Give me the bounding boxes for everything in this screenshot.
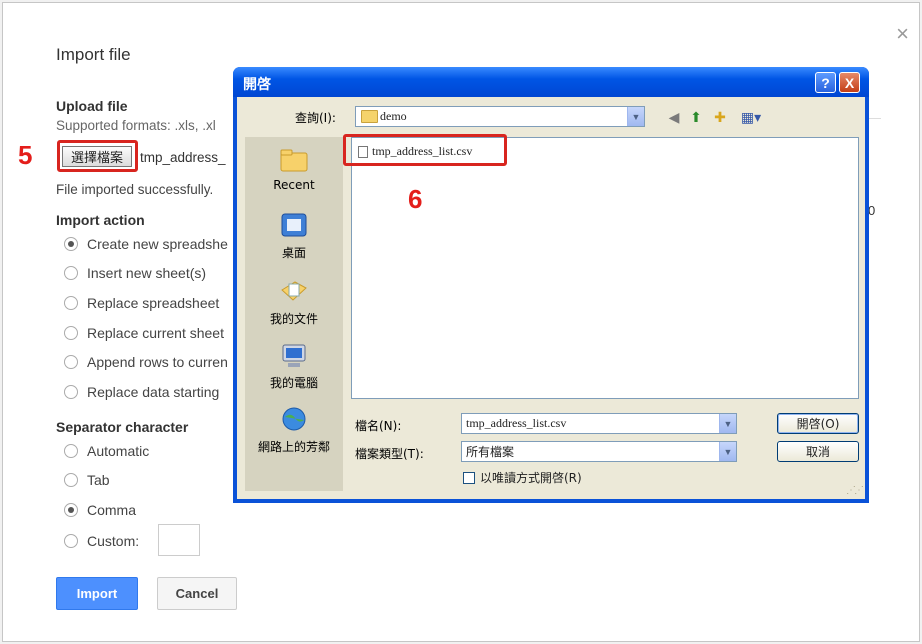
look-in-combo[interactable]: demo ▼ <box>355 106 645 127</box>
custom-separator-input[interactable] <box>158 524 200 556</box>
window-body: 查詢(I): demo ▼ ◀ ⬆ ✚ ▦▾ Recent 桌面 我的文件 我的… <box>237 97 865 499</box>
radio-icon[interactable] <box>64 296 78 310</box>
import-action-option[interactable]: Replace current sheet <box>64 325 224 341</box>
radio-selected-icon[interactable] <box>64 503 78 517</box>
import-action-heading: Import action <box>56 212 145 228</box>
cancel-button[interactable]: Cancel <box>157 577 237 610</box>
upload-heading: Upload file <box>56 98 128 114</box>
separator-heading: Separator character <box>56 419 189 435</box>
place-my-documents[interactable]: 我的文件 <box>245 277 343 327</box>
import-action-option[interactable]: Append rows to curren <box>64 354 228 370</box>
places-bar: Recent 桌面 我的文件 我的電腦 網路上的芳鄰 <box>245 137 343 491</box>
place-desktop[interactable]: 桌面 <box>245 211 343 261</box>
recent-folder-icon <box>278 145 310 175</box>
radio-icon[interactable] <box>64 326 78 340</box>
view-menu-icon[interactable]: ▦▾ <box>737 109 765 126</box>
step-5-marker: 5 <box>18 140 33 170</box>
separator-label: Automatic <box>87 443 150 459</box>
import-action-label: Replace spreadsheet <box>87 295 220 311</box>
separator-label: Custom: <box>87 533 140 549</box>
import-action-label: Replace data starting <box>87 384 220 400</box>
place-label: 我的電腦 <box>269 376 318 390</box>
place-network[interactable]: 網路上的芳鄰 <box>245 405 343 455</box>
read-only-label: 以唯讀方式開啓(R) <box>480 471 582 485</box>
back-icon[interactable]: ◀ <box>665 109 683 126</box>
import-status: File imported successfully. <box>56 182 214 197</box>
radio-icon[interactable] <box>64 266 78 280</box>
up-folder-icon[interactable]: ⬆ <box>687 109 705 126</box>
dialog-title: Import file <box>56 45 131 64</box>
radio-icon[interactable] <box>64 444 78 458</box>
window-title-bar[interactable]: 開啓 ? X <box>233 67 869 97</box>
read-only-checkbox[interactable] <box>463 471 475 484</box>
import-action-option[interactable]: Replace data starting <box>64 384 219 400</box>
chevron-down-icon[interactable]: ▼ <box>719 414 736 433</box>
supported-formats: Supported formats: .xls, .xl <box>56 118 216 133</box>
look-in-label: 查詢(I): <box>295 111 336 125</box>
separator-option[interactable]: Tab <box>64 472 110 488</box>
radio-icon[interactable] <box>64 385 78 399</box>
import-action-label: Replace current sheet <box>87 325 224 341</box>
new-folder-icon[interactable]: ✚ <box>711 109 729 126</box>
chosen-file-name: tmp_address_ <box>140 150 226 165</box>
open-button[interactable]: 開啓(O) <box>777 413 859 434</box>
place-label: Recent <box>273 178 315 192</box>
read-only-option[interactable]: 以唯讀方式開啓(R) <box>463 469 582 486</box>
help-icon[interactable]: ? <box>815 72 836 93</box>
radio-icon[interactable] <box>64 355 78 369</box>
import-action-label: Append rows to curren <box>87 354 228 370</box>
folder-icon <box>361 110 378 123</box>
chevron-down-icon[interactable]: ▼ <box>627 107 644 126</box>
place-label: 我的文件 <box>269 312 318 326</box>
file-name-label: 檔名(N): <box>355 419 402 433</box>
radio-icon[interactable] <box>64 473 78 487</box>
file-list[interactable]: tmp_address_list.csv <box>351 137 859 399</box>
radio-selected-icon[interactable] <box>64 237 78 251</box>
look-in-value: demo <box>380 109 407 123</box>
choose-file-button[interactable]: 選擇檔案 <box>62 146 132 167</box>
import-action-option[interactable]: Insert new sheet(s) <box>64 265 206 281</box>
import-action-label: Insert new sheet(s) <box>87 265 207 281</box>
close-icon[interactable]: × <box>896 23 909 45</box>
file-type-select[interactable]: 所有檔案 ▼ <box>461 441 737 462</box>
open-file-window: 開啓 ? X 查詢(I): demo ▼ ◀ ⬆ ✚ ▦▾ Recent 桌面 … <box>233 67 869 503</box>
resize-grip-icon[interactable]: ⋰⋰ <box>846 485 864 496</box>
file-type-value: 所有檔案 <box>466 445 515 459</box>
import-action-label: Create new spreadshe <box>87 236 228 252</box>
chevron-down-icon[interactable]: ▼ <box>719 442 736 461</box>
separator-label: Tab <box>87 472 110 488</box>
import-action-option[interactable]: Create new spreadshe <box>64 236 228 252</box>
import-action-option[interactable]: Replace spreadsheet <box>64 295 219 311</box>
desktop-icon <box>278 211 310 241</box>
window-close-icon[interactable]: X <box>839 72 860 93</box>
radio-icon[interactable] <box>64 534 78 548</box>
separator-option[interactable]: Comma <box>64 502 136 518</box>
place-label: 桌面 <box>281 246 306 260</box>
place-recent[interactable]: Recent <box>245 145 343 192</box>
place-my-computer[interactable]: 我的電腦 <box>245 341 343 391</box>
import-button[interactable]: Import <box>56 577 138 610</box>
window-title: 開啓 <box>243 77 271 93</box>
file-name-field[interactable]: tmp_address_list.csv ▼ <box>461 413 737 434</box>
network-places-icon <box>278 405 310 435</box>
file-highlight <box>343 134 507 166</box>
separator-option[interactable]: Custom: <box>64 533 139 549</box>
background-sheet-digit: 0 <box>868 203 876 218</box>
place-label: 網路上的芳鄰 <box>257 440 330 454</box>
dialog-cancel-button[interactable]: 取消 <box>777 441 859 462</box>
separator-option[interactable]: Automatic <box>64 443 149 459</box>
file-name-value: tmp_address_list.csv <box>466 416 567 430</box>
separator-label: Comma <box>87 502 137 518</box>
my-computer-icon <box>278 341 310 371</box>
file-type-label: 檔案類型(T): <box>355 447 424 461</box>
my-documents-icon <box>278 277 310 307</box>
step-6-marker: 6 <box>408 184 423 214</box>
